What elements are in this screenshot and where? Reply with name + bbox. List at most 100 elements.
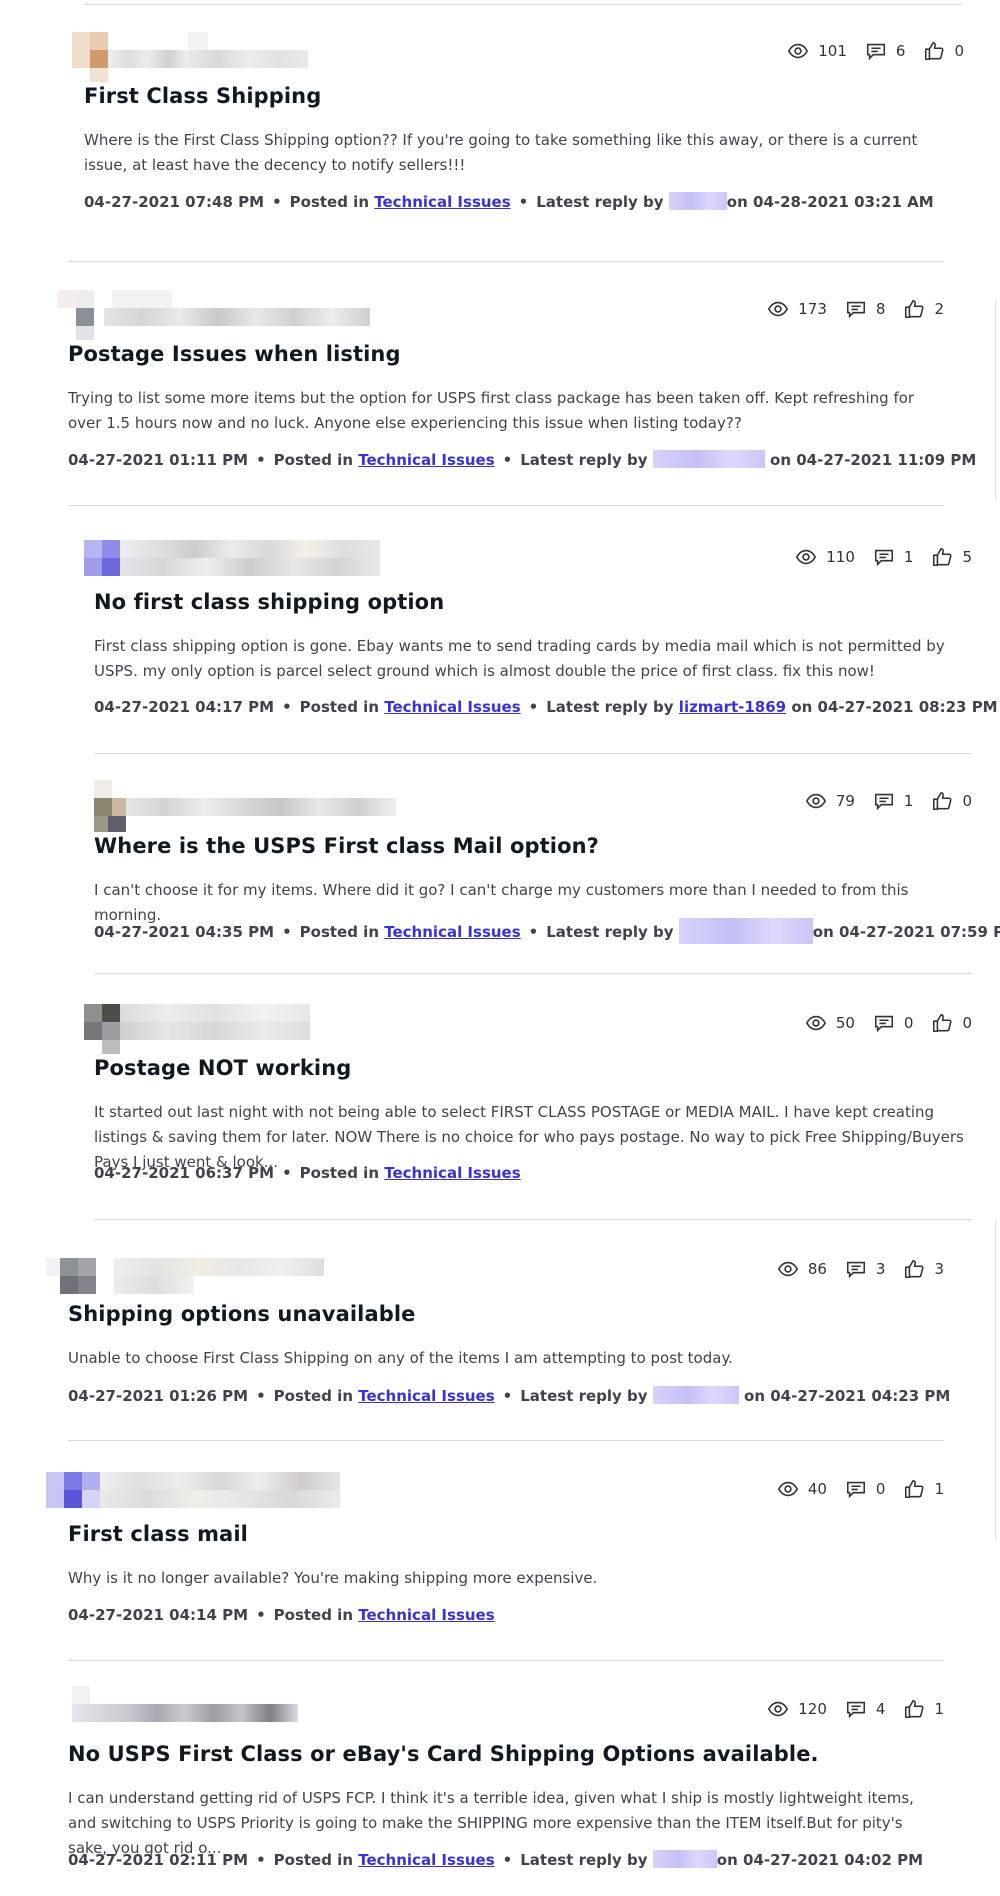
- blurred-avatar-username: [72, 28, 394, 82]
- board-link[interactable]: Technical Issues: [358, 451, 494, 469]
- views-count: 79: [835, 792, 855, 810]
- board-link[interactable]: Technical Issues: [358, 1387, 494, 1405]
- views-count: 120: [798, 1700, 827, 1718]
- separator-dot: •: [256, 1606, 266, 1624]
- likes-stat: 0: [923, 40, 964, 62]
- reply-user-link[interactable]: lizmart-1869: [679, 698, 786, 716]
- topic-card: 50 0 0 Postage NOT working It started ou…: [84, 1000, 972, 1190]
- comments-count: 8: [875, 300, 886, 318]
- posted-in-label: Posted in: [273, 1851, 354, 1869]
- posted-in-label: Posted in: [299, 1164, 380, 1182]
- comment-icon: [874, 1015, 893, 1033]
- separator-dot: •: [502, 451, 513, 469]
- topic-title[interactable]: No first class shipping option: [94, 590, 972, 614]
- separator-dot: •: [502, 1851, 513, 1869]
- topic-stats: 101 6 0: [787, 40, 964, 62]
- topic-title[interactable]: Shipping options unavailable: [68, 1302, 944, 1326]
- topic-snippet: Where is the First Class Shipping option…: [84, 131, 918, 174]
- thumbs-up-icon: [925, 41, 944, 61]
- post-date: 04-27-2021 06:37 PM: [94, 1164, 275, 1182]
- separator-dot: •: [282, 923, 292, 941]
- board-link[interactable]: Technical Issues: [384, 923, 520, 941]
- topic-meta: 04-27-2021 01:11 PM • Posted in Technical …: [68, 450, 976, 469]
- blurred-reply-user[interactable]: [652, 450, 765, 468]
- divider: [68, 261, 944, 262]
- posted-in-label: Posted in: [299, 923, 380, 941]
- latest-reply-label: Latest reply by: [546, 698, 674, 716]
- topic-card: 101 6 0 First Class Shipping Where is th…: [72, 28, 964, 228]
- views-count: 101: [818, 42, 847, 60]
- posted-in-label: Posted in: [273, 1387, 354, 1405]
- separator-dot: •: [256, 1387, 266, 1405]
- views-stat: 86: [777, 1258, 827, 1280]
- eye-icon: [777, 1261, 798, 1277]
- posted-in-label: Posted in: [273, 451, 354, 469]
- separator-dot: •: [272, 193, 282, 211]
- topic-card: 40 0 1 First class mail Why is it no lon…: [46, 1466, 944, 1636]
- reply-date: on 04-28-2021 03:21 AM: [726, 193, 934, 211]
- blurred-avatar-username: [46, 1466, 378, 1520]
- board-link[interactable]: Technical Issues: [358, 1851, 494, 1869]
- board-link[interactable]: Technical Issues: [384, 698, 520, 716]
- divider: [84, 4, 962, 5]
- topic-meta: 04-27-2021 01:26 PM • Posted in Technical …: [68, 1386, 950, 1405]
- board-link[interactable]: Technical Issues: [384, 1164, 520, 1182]
- topic-title[interactable]: No USPS First Class or eBay's Card Shipp…: [68, 1742, 944, 1766]
- eye-icon: [805, 793, 826, 809]
- comments-stat: 6: [865, 40, 905, 62]
- views-stat: 173: [767, 298, 827, 320]
- comments-stat: 0: [845, 1478, 885, 1500]
- topic-card: 86 3 3 Shipping options unavailable Unab…: [46, 1246, 950, 1416]
- blurred-reply-user[interactable]: [668, 192, 727, 210]
- comments-stat: 1: [873, 546, 913, 568]
- topic-title[interactable]: Postage Issues when listing: [68, 342, 944, 366]
- separator-dot: •: [282, 1164, 292, 1182]
- reply-date: on 04-27-2021 07:59 PM: [812, 923, 1000, 941]
- divider: [68, 505, 944, 506]
- comment-icon: [846, 1261, 865, 1279]
- latest-reply-label: Latest reply by: [520, 1387, 648, 1405]
- views-count: 173: [798, 300, 827, 318]
- latest-reply-label: Latest reply by: [536, 193, 664, 211]
- topic-title[interactable]: First class mail: [68, 1522, 944, 1546]
- eye-icon: [777, 1481, 798, 1497]
- post-date: 04-27-2021 04:14 PM: [68, 1606, 249, 1624]
- comments-stat: 0: [873, 1012, 913, 1034]
- likes-count: 2: [934, 300, 944, 318]
- topic-title[interactable]: First Class Shipping: [84, 84, 964, 108]
- likes-count: 5: [962, 548, 972, 566]
- board-link[interactable]: Technical Issues: [374, 193, 510, 211]
- thumbs-up-icon: [905, 299, 924, 319]
- topic-stats: 110 1 5: [795, 546, 972, 568]
- likes-count: 1: [934, 1480, 944, 1498]
- eye-icon: [768, 1701, 789, 1717]
- topic-title[interactable]: Where is the USPS First class Mail optio…: [94, 834, 972, 858]
- topic-card: 173 8 2 Postage Issues when listing Tryi…: [58, 286, 976, 486]
- comments-stat: 4: [845, 1698, 886, 1720]
- separator-dot: •: [528, 923, 539, 941]
- topic-snippet: Trying to list some more items but the o…: [68, 389, 915, 432]
- topic-stats: 120 4 1: [767, 1698, 944, 1720]
- divider: [94, 753, 972, 754]
- likes-stat: 5: [931, 546, 972, 568]
- blurred-reply-user[interactable]: [678, 918, 813, 944]
- comments-count: 4: [875, 1700, 886, 1718]
- eye-icon: [788, 43, 809, 59]
- blurred-avatar-username: [84, 778, 404, 832]
- likes-stat: 0: [931, 1012, 972, 1034]
- topic-stats: 79 1 0: [805, 790, 972, 812]
- divider: [94, 1219, 972, 1220]
- topic-stats: 50 0 0: [805, 1012, 972, 1034]
- board-link[interactable]: Technical Issues: [358, 1606, 494, 1624]
- blurred-reply-user[interactable]: [652, 1386, 739, 1404]
- eye-icon: [805, 1015, 826, 1031]
- thumbs-up-icon: [905, 1699, 924, 1719]
- blurred-reply-user[interactable]: [652, 1850, 717, 1868]
- topic-card: 120 4 1 No USPS First Class or eBay's Ca…: [68, 1686, 944, 1886]
- topic-title[interactable]: Postage NOT working: [94, 1056, 972, 1080]
- post-date: 04-27-2021 02:11 PM: [68, 1851, 249, 1869]
- thumbs-up-icon: [933, 1013, 952, 1033]
- reply-date: on 04-27-2021 11:09 PM: [770, 451, 977, 469]
- post-date: 04-27-2021 04:17 PM: [94, 698, 275, 716]
- thumbs-up-icon: [933, 791, 952, 811]
